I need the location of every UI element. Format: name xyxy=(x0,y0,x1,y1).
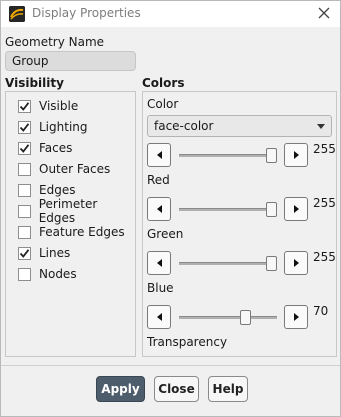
decrement-button[interactable] xyxy=(147,143,171,167)
checkbox[interactable] xyxy=(18,162,31,176)
slider-value: 255 xyxy=(313,142,336,156)
color-dropdown-value: face-color xyxy=(154,119,214,133)
checkbox[interactable] xyxy=(18,225,31,239)
checkbox-row-nodes[interactable]: Nodes xyxy=(18,266,77,282)
visibility-title: Visibility xyxy=(5,76,64,90)
arrow-right-icon xyxy=(293,151,299,159)
slider-value: 70 xyxy=(313,304,329,318)
check-icon xyxy=(19,122,30,132)
ansys-fluent-icon xyxy=(9,6,25,22)
slider-track[interactable] xyxy=(179,316,277,319)
geometry-name-field: Group xyxy=(5,51,136,71)
increment-button[interactable] xyxy=(284,251,308,275)
checkbox-label: Nodes xyxy=(39,267,77,281)
slider-label: Red xyxy=(147,173,170,187)
slider-thumb[interactable] xyxy=(239,310,251,325)
decrement-button[interactable] xyxy=(147,197,171,221)
checkbox[interactable] xyxy=(18,99,31,113)
color-dropdown[interactable]: face-color xyxy=(147,115,332,137)
arrow-left-icon xyxy=(156,313,162,321)
checkbox-row-outer-faces[interactable]: Outer Faces xyxy=(18,161,110,177)
checkbox[interactable] xyxy=(18,246,31,260)
help-button[interactable]: Help xyxy=(208,376,248,402)
slider-thumb[interactable] xyxy=(266,202,277,217)
arrow-left-icon xyxy=(156,151,162,159)
checkbox[interactable] xyxy=(18,141,31,155)
geometry-name-label: Geometry Name xyxy=(5,35,105,49)
visibility-group: Visible Lighting Faces Outer Faces Edges Peri… xyxy=(5,91,136,357)
slider-thumb[interactable] xyxy=(266,148,277,163)
slider-thumb[interactable] xyxy=(266,256,277,271)
checkbox-row-lighting[interactable]: Lighting xyxy=(18,119,88,135)
title-bar: Display Properties xyxy=(1,1,340,27)
close-icon[interactable] xyxy=(314,3,334,23)
checkbox-row-visible[interactable]: Visible xyxy=(18,98,78,114)
colors-title: Colors xyxy=(142,76,185,90)
checkbox-row-lines[interactable]: Lines xyxy=(18,245,70,261)
arrow-right-icon xyxy=(293,259,299,267)
chevron-down-icon xyxy=(317,124,325,129)
checkbox-label: Edges xyxy=(39,183,76,197)
checkbox-row-feature-edges[interactable]: Feature Edges xyxy=(18,224,125,240)
slider-label: Transparency xyxy=(147,335,228,349)
checkbox-row-faces[interactable]: Faces xyxy=(18,140,72,156)
checkbox[interactable] xyxy=(18,267,31,281)
checkbox[interactable] xyxy=(18,120,31,134)
check-icon xyxy=(19,248,30,258)
checkbox-label: Lines xyxy=(39,246,71,260)
display-properties-dialog: Display Properties Geometry Name Group V… xyxy=(0,0,341,417)
checkbox-row-edges[interactable]: Edges xyxy=(18,182,75,198)
apply-button[interactable]: Apply xyxy=(96,376,145,402)
slider-track[interactable] xyxy=(179,208,277,211)
check-icon xyxy=(19,143,30,153)
slider-track[interactable] xyxy=(179,262,277,265)
slider-label: Green xyxy=(147,227,184,241)
checkbox[interactable] xyxy=(18,183,31,197)
arrow-right-icon xyxy=(293,313,299,321)
slider-value: 255 xyxy=(313,250,336,264)
decrement-button[interactable] xyxy=(147,251,171,275)
checkbox-label: Outer Faces xyxy=(39,162,111,176)
increment-button[interactable] xyxy=(284,143,308,167)
arrow-right-icon xyxy=(293,205,299,213)
checkbox-label: Faces xyxy=(39,141,73,155)
checkbox-label: Perimeter Edges xyxy=(38,197,98,225)
check-icon xyxy=(19,101,30,111)
arrow-left-icon xyxy=(156,259,162,267)
footer-separator xyxy=(1,365,340,366)
window-title: Display Properties xyxy=(32,6,141,20)
slider-track[interactable] xyxy=(179,154,277,157)
arrow-left-icon xyxy=(156,205,162,213)
close-button[interactable]: Close xyxy=(154,376,199,402)
slider-label: Blue xyxy=(147,281,174,295)
color-label: Color xyxy=(147,97,179,111)
increment-button[interactable] xyxy=(284,197,308,221)
checkbox[interactable] xyxy=(18,204,31,218)
decrement-button[interactable] xyxy=(147,305,171,329)
checkbox-label: Visible xyxy=(39,99,79,113)
checkbox-label: Feature Edges xyxy=(39,225,125,239)
checkbox-row-perimeter-edges[interactable]: Perimeter Edges xyxy=(18,197,135,225)
checkbox-label: Lighting xyxy=(39,120,88,134)
slider-value: 255 xyxy=(313,196,336,210)
increment-button[interactable] xyxy=(284,305,308,329)
